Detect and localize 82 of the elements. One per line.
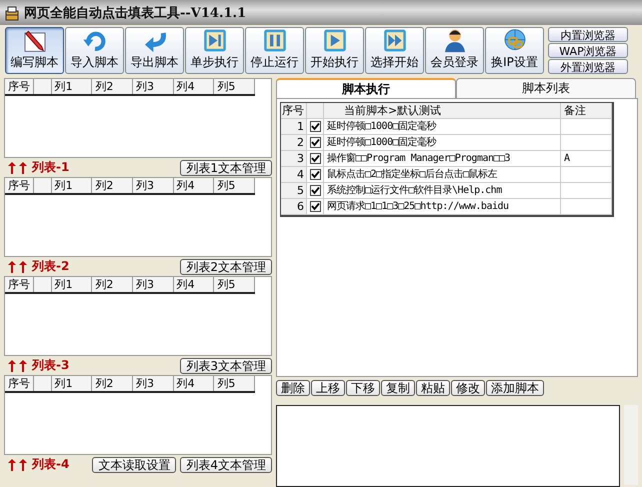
browser-button[interactable]: WAP浏览器 [548, 43, 628, 58]
column-header: 序号 [281, 103, 307, 118]
column-header: 列3 [133, 376, 174, 391]
text-manage-button[interactable]: 文本读取设置 [92, 456, 176, 472]
up-arrows-icon [8, 360, 28, 372]
column-header: 列1 [52, 178, 92, 193]
column-header: 列5 [214, 178, 256, 193]
tab[interactable]: 脚本执行 [276, 78, 456, 98]
action-button[interactable]: 上移 [311, 380, 345, 396]
checkbox[interactable] [310, 185, 320, 196]
row-number: 1 [281, 119, 307, 134]
row-number: 4 [281, 167, 307, 182]
table-cell: 延时停顿□1000□固定毫秒 [324, 135, 561, 150]
table-cell: 网页请求□1□1□3□25□http://www.baidu [324, 199, 561, 214]
toolbar-button[interactable]: 选择开始 [365, 27, 424, 74]
toolbar-button[interactable]: 换IP设置 [485, 27, 544, 74]
browser-button[interactable]: 内置浏览器 [548, 27, 628, 42]
column-header: 列5 [214, 277, 256, 292]
list-title: 列表-1 [32, 159, 70, 176]
checkbox[interactable] [310, 137, 320, 148]
list-title: 列表-3 [32, 357, 70, 374]
column-header: 列4 [174, 79, 214, 94]
row-number: 3 [281, 151, 307, 166]
text-manage-button[interactable]: 列表3文本管理 [180, 358, 272, 374]
column-header: 当前脚本>默认测试 [324, 103, 561, 118]
table-cell: A [561, 151, 612, 166]
column-header: 序号 [5, 277, 34, 292]
column-header: 列4 [174, 178, 214, 193]
action-button[interactable]: 修改 [451, 380, 485, 396]
column-header: 列2 [92, 277, 133, 292]
column-header: 备注 [561, 103, 612, 118]
table-cell: 鼠标点击□2□指定坐标□后台点击□鼠标左 [324, 167, 561, 182]
row-number: 2 [281, 135, 307, 150]
toolbar-button[interactable]: 停止运行 [245, 27, 304, 74]
column-header: 列3 [133, 277, 174, 292]
action-button[interactable]: 添加脚本 [486, 380, 544, 396]
checkbox[interactable] [310, 169, 320, 180]
toolbar-button[interactable]: 开始执行 [305, 27, 364, 74]
action-button[interactable]: 复制 [381, 380, 415, 396]
app-icon [4, 4, 20, 20]
text-manage-button[interactable]: 列表4文本管理 [180, 456, 272, 472]
column-header: 列5 [214, 79, 256, 94]
column-header: 列2 [92, 178, 133, 193]
list-title: 列表-2 [32, 258, 70, 275]
column-header: 列4 [174, 376, 214, 391]
column-header: 列1 [52, 79, 92, 94]
toolbar-button[interactable]: 编写脚本 [5, 27, 64, 74]
toolbar-button[interactable]: 导出脚本 [125, 27, 184, 74]
table-cell: 延时停顿□1000□固定毫秒 [324, 119, 561, 134]
column-header: 列2 [92, 376, 133, 391]
up-arrows-icon [8, 162, 28, 174]
action-button[interactable]: 粘贴 [416, 380, 450, 396]
action-button[interactable]: 下移 [346, 380, 380, 396]
checkbox[interactable] [310, 201, 320, 212]
column-header: 列2 [92, 79, 133, 94]
checkbox[interactable] [310, 121, 320, 132]
text-manage-button[interactable]: 列表1文本管理 [180, 160, 272, 176]
column-header: 列1 [52, 376, 92, 391]
tab[interactable]: 脚本列表 [456, 78, 636, 98]
browser-button[interactable]: 外置浏览器 [548, 59, 628, 74]
action-button[interactable]: 删除 [276, 380, 310, 396]
column-header: 列3 [133, 79, 174, 94]
table-cell: 操作窗□□Program Manager□Progman□□3 [324, 151, 561, 166]
row-number: 6 [281, 199, 307, 214]
column-header: 序号 [5, 376, 34, 391]
window-title: 网页全能自动点击填表工具--V14.1.1 [24, 4, 246, 22]
column-header: 列1 [52, 277, 92, 292]
up-arrows-icon [8, 458, 28, 470]
column-header: 序号 [5, 178, 34, 193]
text-manage-button[interactable]: 列表2文本管理 [180, 258, 272, 274]
table-cell: 系统控制□运行文件□软件目录\Help.chm [324, 183, 561, 198]
column-header: 列5 [214, 376, 256, 391]
checkbox[interactable] [310, 153, 320, 164]
toolbar-button[interactable]: 单步执行 [185, 27, 244, 74]
column-header: 列4 [174, 277, 214, 292]
up-arrows-icon [8, 260, 28, 272]
column-header: 序号 [5, 79, 34, 94]
column-header: 列3 [133, 178, 174, 193]
toolbar-button[interactable]: 会员登录 [425, 27, 484, 74]
row-number: 5 [281, 183, 307, 198]
toolbar-button[interactable]: 导入脚本 [65, 27, 124, 74]
list-title: 列表-4 [32, 456, 70, 473]
